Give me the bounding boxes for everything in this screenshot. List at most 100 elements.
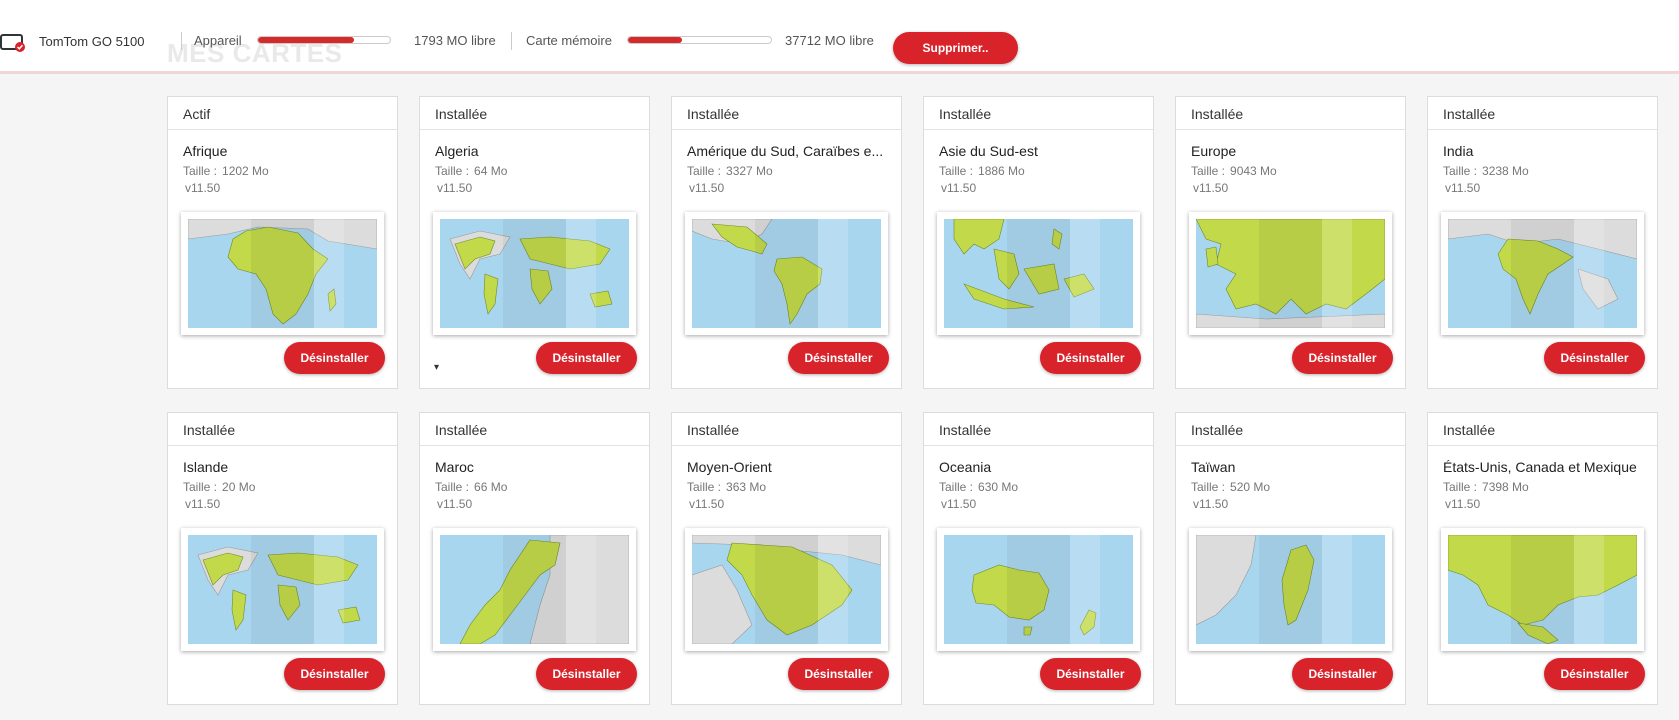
map-card: Installée Oceania Taille :630 Mo v11.50 … bbox=[923, 412, 1154, 705]
map-name: Europe bbox=[1191, 143, 1237, 159]
map-size: Taille : 66 Mo bbox=[435, 480, 507, 494]
map-version: v11.50 bbox=[185, 181, 221, 195]
uninstall-button[interactable]: Désinstaller bbox=[1544, 658, 1645, 690]
map-thumbnail-image bbox=[188, 219, 377, 328]
card-storage-bar-fill bbox=[628, 37, 683, 43]
map-card: Installée États-Unis, Canada et Mexique … bbox=[1427, 412, 1658, 705]
map-version: v11.50 bbox=[1193, 181, 1229, 195]
map-name: India bbox=[1443, 143, 1474, 159]
map-version: v11.50 bbox=[1445, 497, 1481, 511]
map-status: Installée bbox=[924, 97, 1153, 130]
map-size-label: Taille : bbox=[1191, 480, 1226, 494]
map-card: Installée Europe Taille :9043 Mo v11.50 … bbox=[1175, 96, 1406, 389]
map-version: v11.50 bbox=[1445, 181, 1481, 195]
map-size-value: 630 Mo bbox=[978, 480, 1019, 494]
map-status: Installée bbox=[672, 413, 901, 446]
map-thumbnail bbox=[937, 528, 1140, 651]
device-storage-bar bbox=[257, 36, 391, 44]
uninstall-button[interactable]: Désinstaller bbox=[1040, 342, 1141, 374]
map-thumbnail-image bbox=[944, 219, 1133, 328]
delete-button[interactable]: Supprimer.. bbox=[893, 32, 1018, 64]
map-status: Installée bbox=[1428, 97, 1657, 130]
map-card: Actif Afrique Taille : 1202 Mo v11.50 Dés… bbox=[167, 96, 398, 389]
map-size-value: 3327 Mo bbox=[726, 164, 773, 178]
map-card: Installée Taïwan Taille : 520 Mo v11.50 D… bbox=[1175, 412, 1406, 705]
map-size-label: Taille : bbox=[939, 480, 974, 494]
uninstall-button[interactable]: Désinstaller bbox=[1292, 658, 1393, 690]
map-size: Taille : 7398 Mo bbox=[1443, 480, 1529, 494]
map-name: Afrique bbox=[183, 143, 228, 159]
map-status: Installée bbox=[672, 97, 901, 130]
uninstall-button[interactable]: Désinstaller bbox=[536, 658, 637, 690]
map-version: v11.50 bbox=[185, 497, 221, 511]
map-thumbnail-image bbox=[440, 535, 629, 644]
map-card: Installée Moyen-Orient Taille : 363 Mo v1… bbox=[671, 412, 902, 705]
map-name: Asie du Sud-est bbox=[939, 143, 1038, 159]
map-card: Installée Islande Taille : 20 Mo v11.50 D… bbox=[167, 412, 398, 705]
map-size: Taille : 3238 Mo bbox=[1443, 164, 1529, 178]
map-thumbnail-image bbox=[440, 219, 629, 328]
map-size-label: Taille : bbox=[435, 480, 470, 494]
map-thumbnail bbox=[1189, 528, 1392, 651]
map-size: Taille : 64 Mo bbox=[435, 164, 507, 178]
map-size-label: Taille : bbox=[183, 480, 218, 494]
map-thumbnail bbox=[1189, 212, 1392, 335]
device-free-text: 1793 MO libre bbox=[414, 33, 496, 48]
map-thumbnail bbox=[433, 528, 636, 651]
uninstall-button[interactable]: Désinstaller bbox=[1544, 342, 1645, 374]
map-version: v11.50 bbox=[1193, 497, 1229, 511]
map-status: Installée bbox=[420, 97, 649, 130]
map-thumbnail-image bbox=[1196, 219, 1385, 328]
map-size-label: Taille : bbox=[1443, 164, 1478, 178]
map-size: Taille : 9043 Mo bbox=[1191, 164, 1277, 178]
uninstall-button[interactable]: Désinstaller bbox=[536, 342, 637, 374]
uninstall-button[interactable]: Désinstaller bbox=[284, 342, 385, 374]
map-card: Installée Maroc Taille : 66 Mo v11.50 Dés… bbox=[419, 412, 650, 705]
uninstall-button[interactable]: Désinstaller bbox=[1040, 658, 1141, 690]
map-version: v11.50 bbox=[941, 181, 977, 195]
map-size: Taille : 20 Mo bbox=[183, 480, 255, 494]
uninstall-button[interactable]: Désinstaller bbox=[284, 658, 385, 690]
map-size-value: 64 Mo bbox=[474, 164, 508, 178]
map-size-label: Taille : bbox=[183, 164, 218, 178]
map-size: Taille : 363 Mo bbox=[687, 480, 766, 494]
map-name: Maroc bbox=[435, 459, 474, 475]
chevron-down-icon[interactable]: ▾ bbox=[434, 362, 439, 373]
map-size-label: Taille : bbox=[687, 164, 722, 178]
map-size-value: 20 Mo bbox=[222, 480, 256, 494]
device-name: TomTom GO 5100 bbox=[39, 34, 145, 49]
map-size-value: 7398 Mo bbox=[1482, 480, 1529, 494]
map-name: Moyen-Orient bbox=[687, 459, 772, 475]
map-status: Installée bbox=[420, 413, 649, 446]
map-size-value: 9043 Mo bbox=[1230, 164, 1277, 178]
map-status: Installée bbox=[168, 413, 397, 446]
map-card: Installée Amérique du Sud, Caraïbes e...… bbox=[671, 96, 902, 389]
map-size-label: Taille : bbox=[1443, 480, 1478, 494]
map-size: Taille : 3327 Mo bbox=[687, 164, 773, 178]
map-size-label: Taille : bbox=[939, 164, 974, 178]
map-size: Taille : 520 Mo bbox=[1191, 480, 1270, 494]
map-name: Taïwan bbox=[1191, 459, 1236, 475]
uninstall-button[interactable]: Désinstaller bbox=[788, 658, 889, 690]
uninstall-button[interactable]: Désinstaller bbox=[1292, 342, 1393, 374]
map-thumbnail bbox=[433, 212, 636, 335]
map-name: États-Unis, Canada et Mexique bbox=[1443, 459, 1637, 475]
map-name: Islande bbox=[183, 459, 229, 475]
map-size-value: 66 Mo bbox=[474, 480, 508, 494]
device-storage-bar-fill bbox=[258, 37, 355, 43]
map-thumbnail-image bbox=[1448, 219, 1637, 328]
map-thumbnail bbox=[685, 212, 888, 335]
map-thumbnail bbox=[685, 528, 888, 651]
divider bbox=[181, 32, 182, 50]
map-size: Taille : 630 Mo bbox=[939, 480, 1018, 494]
map-status: Installée bbox=[1428, 413, 1657, 446]
map-status: Installée bbox=[924, 413, 1153, 446]
map-size-label: Taille : bbox=[687, 480, 722, 494]
map-version: v11.50 bbox=[689, 497, 725, 511]
map-status: Installée bbox=[1176, 413, 1405, 446]
map-version: v11.50 bbox=[689, 181, 725, 195]
uninstall-button[interactable]: Désinstaller bbox=[788, 342, 889, 374]
map-size-label: Taille : bbox=[1191, 164, 1226, 178]
map-size: Taille : 1886 Mo bbox=[939, 164, 1025, 178]
map-thumbnail bbox=[937, 212, 1140, 335]
